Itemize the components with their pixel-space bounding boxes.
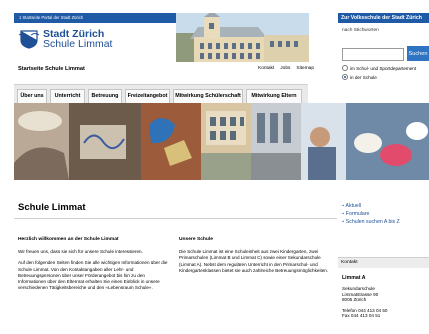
search-scope-department-label: im Schul- und Sportdepartement bbox=[350, 65, 417, 71]
welcome-heading: Herzlich willkommen an der Schule Limmat bbox=[18, 237, 119, 242]
zurich-emblem-icon bbox=[18, 30, 40, 49]
school-heading: Unsere Schule bbox=[179, 237, 213, 242]
radio-unselected-icon[interactable] bbox=[342, 65, 348, 71]
school-column: Unsere Schule Die Schule Limmat ist eine… bbox=[179, 237, 334, 279]
header-school-photo bbox=[176, 13, 309, 62]
nav-tab-mitwirkung-eltern[interactable]: Mitwirkung Eltern bbox=[246, 89, 302, 103]
quick-link-schulen-suchen-label: Schulen suchen A bis Z bbox=[345, 219, 400, 225]
contact-box: Kontakt Limmat A Sekundarschule Limmatst… bbox=[338, 257, 429, 334]
search-scope-department[interactable]: im Schul- und Sportdepartement bbox=[342, 65, 416, 71]
util-link-sitemap[interactable]: Sitemap bbox=[296, 66, 314, 71]
page-title: Schule Limmat bbox=[18, 202, 86, 213]
quick-link-schulen-suchen[interactable]: ➝ Schulen suchen A bis Z bbox=[340, 218, 429, 226]
search-button[interactable]: Suchen bbox=[407, 46, 429, 61]
nav-tab-unterricht[interactable]: Unterricht bbox=[50, 89, 85, 103]
welcome-column: Herzlich willkommen an der Schule Limmat… bbox=[18, 237, 168, 296]
photo-banner bbox=[14, 103, 429, 180]
nav-tab-freizeitangebot[interactable]: Freizeitangebot bbox=[125, 89, 170, 103]
contact-fax: Fax 044 413 04 51 bbox=[342, 313, 381, 319]
school-body: Die Schule Limmat ist eine Schuleinheit … bbox=[179, 249, 329, 273]
quick-link-formulare-label: Formulare bbox=[345, 211, 370, 217]
nav-tab-mitwirkung-schuelerschaft[interactable]: Mitwirkung Schülerschaft bbox=[173, 89, 243, 103]
search-label: nach Stichworten bbox=[342, 28, 379, 33]
contact-header: Kontakt bbox=[338, 258, 429, 268]
search-input[interactable] bbox=[342, 48, 404, 61]
quick-link-aktuell-label: Aktuell bbox=[345, 203, 362, 209]
welcome-body: Auf den folgenden Seiten finden Sie alle… bbox=[18, 260, 168, 291]
portal-home-link[interactable]: 1 Startseite Portal der Stadt Zürich bbox=[19, 13, 83, 23]
search-scope-school[interactable]: in der Schule bbox=[342, 74, 377, 80]
quick-link-formulare[interactable]: ➝ Formulare bbox=[340, 210, 429, 218]
main-nav: Über uns Unterricht Betreuung Freizeitan… bbox=[14, 84, 308, 103]
util-link-kontakt[interactable]: Kontakt bbox=[258, 66, 274, 71]
quick-links: ➝ Aktuell ➝ Formulare ➝ Schulen suchen A… bbox=[340, 202, 429, 226]
nav-tab-ueber-uns[interactable]: Über uns bbox=[17, 89, 47, 103]
title-divider bbox=[14, 218, 337, 219]
util-link-jobs[interactable]: Jobs bbox=[280, 66, 290, 71]
nav-tab-betreuung[interactable]: Betreuung bbox=[88, 89, 122, 103]
radio-selected-icon[interactable] bbox=[342, 74, 348, 80]
site-title-link[interactable]: Startseite Schule Limmat bbox=[18, 66, 85, 72]
logo-line-school: Schule Limmat bbox=[43, 38, 113, 50]
quick-link-aktuell[interactable]: ➝ Aktuell bbox=[340, 202, 429, 210]
search-panel-title[interactable]: Zur Volksschule der Stadt Zürich bbox=[338, 13, 429, 23]
utility-links: Kontakt Jobs Sitemap bbox=[258, 66, 314, 71]
welcome-intro: Wir freuen uns, dass sie sich für unsere… bbox=[18, 249, 143, 255]
search-scope-school-label: in der Schule bbox=[350, 74, 377, 80]
